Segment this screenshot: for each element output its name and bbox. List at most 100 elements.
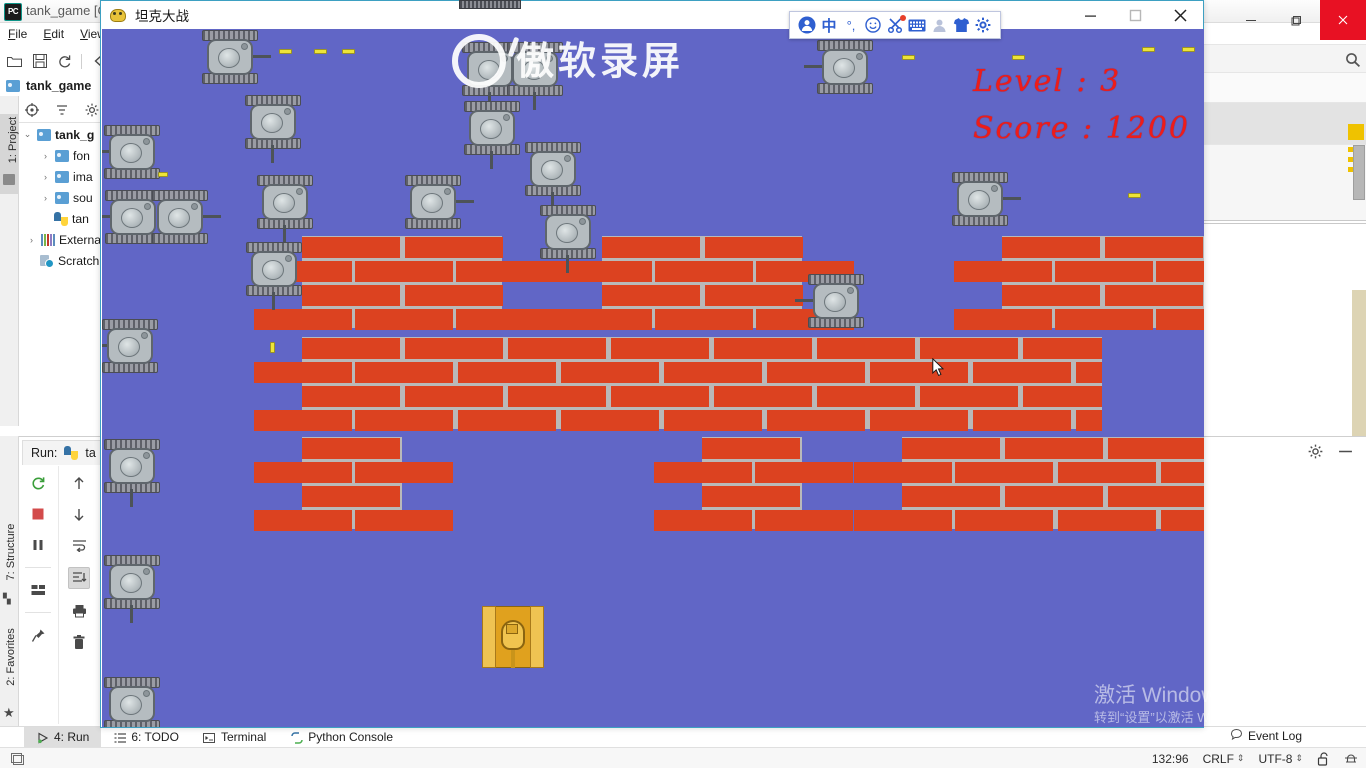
enemy-tank xyxy=(507,41,563,110)
ide-maximize-button[interactable] xyxy=(1274,0,1320,40)
menu-file[interactable]: File xyxy=(8,27,27,41)
user-account-icon[interactable] xyxy=(930,16,949,35)
scrollbar-marker-warning xyxy=(1348,124,1364,140)
editor-tab-row xyxy=(1204,44,1366,73)
terminal-icon xyxy=(203,731,216,744)
structure-icon: ▚ xyxy=(3,594,11,605)
enemy-tank xyxy=(104,676,160,727)
chevron-down-icon[interactable]: ⌄ xyxy=(22,129,33,140)
editor-gutter-row xyxy=(1204,144,1366,221)
brick-wall xyxy=(254,236,554,330)
print-icon[interactable] xyxy=(70,602,88,620)
python-console-icon xyxy=(290,731,303,744)
game-title-text: 坦克大战 xyxy=(135,9,189,24)
ide-minimize-button[interactable] xyxy=(1228,0,1274,40)
brick-wall xyxy=(554,236,854,330)
screen: PC tank_game [C File Edit View tank_game… xyxy=(0,0,1366,768)
open-folder-icon[interactable] xyxy=(6,53,23,70)
hector-inspector-icon[interactable] xyxy=(1344,752,1358,766)
folder-icon xyxy=(37,128,51,141)
scroll-up-icon[interactable] xyxy=(70,474,88,492)
bullet xyxy=(158,172,168,177)
sync-icon[interactable] xyxy=(56,53,73,70)
editor-scrollbar-thumb[interactable] xyxy=(1353,145,1365,200)
pin-icon[interactable] xyxy=(29,626,47,644)
layout-icon[interactable] xyxy=(29,581,47,599)
search-icon[interactable] xyxy=(1345,52,1361,68)
external-libraries-icon xyxy=(41,233,55,246)
ide-menu-bar: File Edit View xyxy=(0,24,106,44)
file-encoding[interactable]: UTF-8 ⇕ xyxy=(1258,752,1303,766)
bullet xyxy=(270,342,275,353)
bullet xyxy=(902,55,915,60)
scroll-down-icon[interactable] xyxy=(70,505,88,523)
status-bar: 132:96 CRLF ⇕ UTF-8 ⇕ xyxy=(0,747,1366,768)
hide-icon[interactable] xyxy=(1338,444,1354,460)
soft-wrap-icon[interactable] xyxy=(70,536,88,554)
enemy-tank xyxy=(102,318,158,374)
run-actions-column-1 xyxy=(18,466,58,724)
run-panel-side-toolbar xyxy=(18,466,101,724)
python-file-icon xyxy=(54,211,68,226)
unlocked-padlock-icon[interactable] xyxy=(1317,751,1330,766)
rail-label-project[interactable]: 1: Project xyxy=(7,105,19,175)
editor-breadcrumb-row xyxy=(1204,72,1366,103)
folder-icon xyxy=(6,80,20,92)
game-close-button[interactable] xyxy=(1158,1,1203,29)
bottom-tab-python-console[interactable]: Python Console xyxy=(278,727,405,748)
balloon-icon xyxy=(1230,728,1243,744)
enemy-tank xyxy=(102,124,160,180)
menu-edit[interactable]: Edit xyxy=(43,27,64,41)
settings-gear-icon[interactable] xyxy=(974,16,993,35)
pygame-yellow-icon xyxy=(109,6,127,24)
scroll-to-end-icon[interactable] xyxy=(68,567,90,589)
bottom-tab-label: 6: TODO xyxy=(131,730,179,744)
save-icon[interactable] xyxy=(31,53,48,70)
game-hud: Level : 3 Score : 1200 xyxy=(973,59,1190,152)
chevron-right-icon[interactable]: › xyxy=(26,235,37,245)
emoji-icon[interactable] xyxy=(864,16,883,35)
chevron-right-icon[interactable]: › xyxy=(40,172,51,182)
bullet xyxy=(342,49,355,54)
enemy-tank xyxy=(804,39,873,95)
target-icon[interactable] xyxy=(24,102,40,118)
sogou-logo-icon[interactable] xyxy=(798,16,817,35)
game-minimize-button[interactable] xyxy=(1068,1,1113,29)
skin-shirt-icon[interactable] xyxy=(952,16,971,35)
soft-keyboard-icon[interactable] xyxy=(908,16,927,35)
run-triangle-icon xyxy=(36,731,49,744)
rail-label-favorites[interactable]: 2: Favorites xyxy=(5,620,17,694)
bottom-tab-terminal[interactable]: Terminal xyxy=(191,727,278,748)
tree-label: ima xyxy=(73,169,93,184)
tree-label: sou xyxy=(73,190,93,205)
punctuation-mode-icon[interactable]: °, xyxy=(842,16,861,35)
collapse-all-icon[interactable] xyxy=(54,102,70,118)
run-tab-header[interactable]: Run: ta xyxy=(22,440,105,465)
game-maximize-button[interactable] xyxy=(1113,1,1158,29)
show-tool-windows-icon[interactable] xyxy=(10,751,24,765)
bottom-tab-todo[interactable]: 6: TODO xyxy=(101,727,191,748)
line-separator[interactable]: CRLF ⇕ xyxy=(1203,752,1245,766)
settings-gear-icon[interactable] xyxy=(1308,444,1324,460)
toolbox-scissors-icon[interactable] xyxy=(886,14,906,35)
game-canvas[interactable]: Level : 3 Score : 1200 xyxy=(102,29,1204,727)
event-log-button[interactable]: Event Log xyxy=(1230,728,1302,744)
status-bar-right: 132:96 CRLF ⇕ UTF-8 ⇕ xyxy=(1152,748,1358,768)
brick-wall xyxy=(954,236,1204,330)
ide-close-button[interactable] xyxy=(1320,0,1366,40)
bottom-tab-run[interactable]: 4: Run xyxy=(24,727,102,748)
game-title-bar[interactable]: 坦克大战 xyxy=(101,1,1203,29)
pause-icon[interactable] xyxy=(29,536,47,554)
chinese-mode-icon[interactable]: 中 xyxy=(820,16,839,35)
settings-gear-icon[interactable] xyxy=(84,102,100,118)
chevron-right-icon[interactable]: › xyxy=(40,193,51,203)
clear-all-icon[interactable] xyxy=(70,633,88,651)
chevron-right-icon[interactable]: › xyxy=(40,151,51,161)
event-log-label: Event Log xyxy=(1247,729,1302,743)
enemy-tank xyxy=(246,241,302,310)
stop-icon[interactable] xyxy=(29,505,47,523)
rail-label-structure[interactable]: 7: Structure xyxy=(5,515,17,589)
caret-position[interactable]: 132:96 xyxy=(1152,752,1189,766)
rerun-icon[interactable] xyxy=(29,474,47,492)
sogou-ime-toolbar[interactable]: 中 °, xyxy=(789,11,1001,39)
